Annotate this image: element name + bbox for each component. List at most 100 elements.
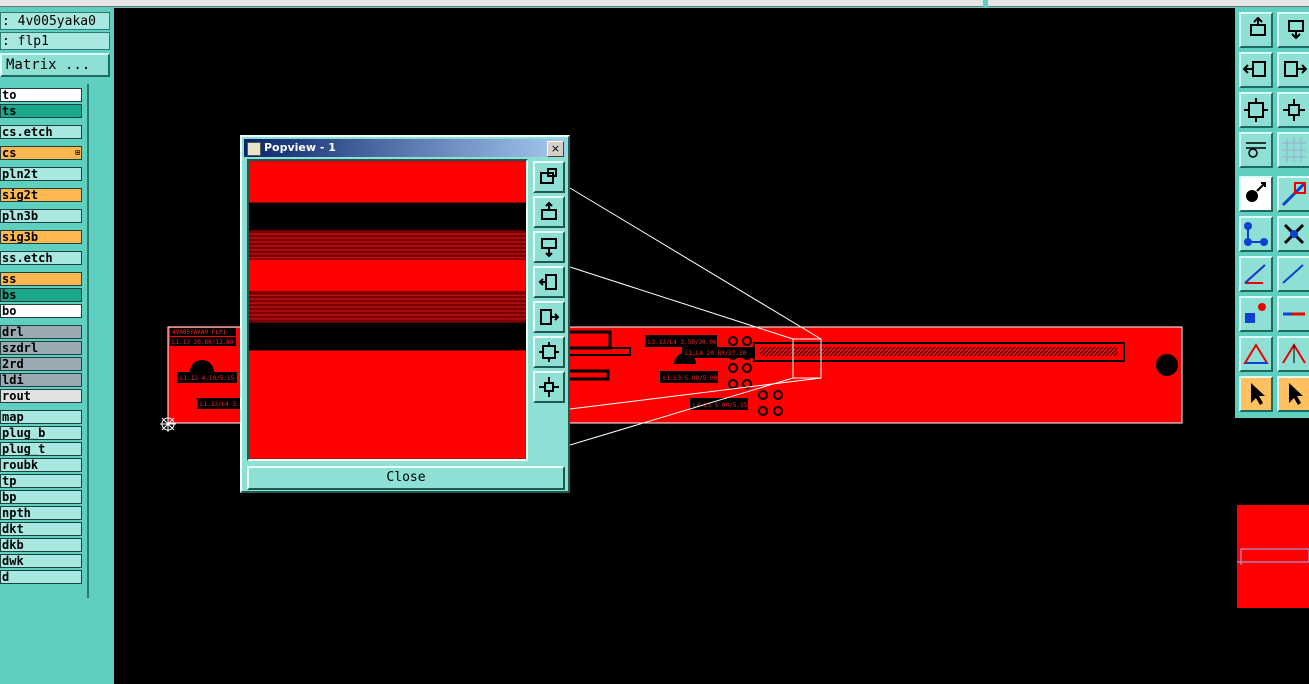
grid-icon (1282, 138, 1306, 162)
popview-move-left-button[interactable] (533, 266, 565, 298)
layer-item-cs-etch[interactable]: cs.etch (0, 125, 82, 139)
layer-item-dkt[interactable]: dkt (0, 522, 82, 536)
layer-item-ts[interactable]: ts (0, 104, 82, 118)
layer-item-roubk[interactable]: roubk (0, 458, 82, 472)
symbol-name-field: : flp1 (0, 32, 110, 50)
route-button[interactable] (1277, 176, 1309, 212)
delete-button[interactable] (1277, 216, 1309, 252)
layer-item-sig3b[interactable]: sig3b (0, 230, 82, 244)
select-pad-button[interactable] (1239, 176, 1273, 212)
layer-item-cs[interactable]: cs ⊞ (0, 146, 82, 160)
settings-button[interactable] (1239, 132, 1273, 168)
board-label-1: L1.13 20.80/12.80 (172, 339, 234, 346)
line-2-icon (1282, 264, 1304, 284)
zoom-fit-icon (540, 168, 557, 184)
layer-item-pln3b[interactable]: pln3b (0, 209, 82, 223)
layer-item-plug-t[interactable]: plug_t (0, 442, 82, 456)
layer-label: dwk (2, 554, 24, 568)
layer-label: ldi (2, 373, 24, 387)
move-right-button[interactable] (1277, 52, 1309, 88)
grid-button[interactable] (1277, 132, 1309, 168)
layer-label: sig3b (2, 230, 39, 244)
measure-2-icon (1282, 343, 1306, 364)
delete-icon (1283, 223, 1305, 245)
close-icon[interactable]: × (547, 141, 564, 157)
layer-item-to[interactable]: to (0, 88, 82, 102)
move-up-button[interactable] (1239, 12, 1273, 48)
move-right-icon (540, 309, 560, 325)
layer-item-map[interactable]: map (0, 410, 82, 424)
mounting-hole (1156, 354, 1178, 376)
layer-label: cs (2, 146, 17, 160)
zoom-extents-icon (539, 342, 559, 362)
layer-visibility-icon[interactable]: ⊞ (75, 149, 80, 157)
layer-item-ldi[interactable]: ldi (0, 373, 82, 387)
fit-button[interactable] (1239, 92, 1273, 128)
layer-item-dwk[interactable]: dwk (0, 554, 82, 568)
line-2-button[interactable] (1277, 256, 1309, 292)
layer-item-szdrl[interactable]: szdrl (0, 341, 82, 355)
popview-titlebar[interactable]: Popview - 1 × (244, 139, 566, 157)
route-icon (1281, 181, 1307, 207)
layer-item-d[interactable]: d (0, 570, 82, 584)
layer-label: bs (2, 288, 17, 302)
move-left-button[interactable] (1239, 52, 1273, 88)
layer-item-sig2t[interactable]: sig2t (0, 188, 82, 202)
layer-item-npth[interactable]: npth (0, 506, 82, 520)
popview-move-right-button[interactable] (533, 301, 565, 333)
move-down-button[interactable] (1277, 12, 1309, 48)
board-label-2: L1.12 4.10/5.15 (180, 375, 235, 382)
board-label-4: L3.13/L4 3.50/30.00 (648, 339, 717, 346)
layer-item-ss[interactable]: ss (0, 272, 82, 286)
pad-button[interactable] (1239, 296, 1273, 332)
layer-item-bo[interactable]: bo (0, 304, 82, 318)
layer-item-bs[interactable]: bs (0, 288, 82, 302)
status-bar-left (0, 0, 983, 7)
popview-center-button[interactable] (533, 371, 565, 403)
matrix-button[interactable]: Matrix ... (0, 53, 110, 77)
trace-button[interactable] (1277, 296, 1309, 332)
center-button[interactable] (1277, 92, 1309, 128)
connect-button[interactable] (1239, 216, 1273, 252)
measure-2-button[interactable] (1277, 336, 1309, 372)
popview-move-up-button[interactable] (533, 196, 565, 228)
layer-label: map (2, 410, 24, 424)
layer-label: to (2, 88, 17, 102)
line-button[interactable] (1239, 256, 1273, 292)
layer-list: to ts cs.etch cs ⊞ pln2t sig2t pln3b sig3b ss.etc… (0, 84, 89, 598)
layer-label: bp (2, 490, 17, 504)
popview-move-down-button[interactable] (533, 231, 565, 263)
overview-minimap[interactable] (1237, 420, 1309, 684)
layer-label: rout (2, 389, 31, 403)
layer-label: roubk (2, 458, 39, 472)
layer-item-plug-b[interactable]: plug_b (0, 426, 82, 440)
layer-item-2rd[interactable]: 2rd (0, 357, 82, 371)
layer-item-bp[interactable]: bp (0, 490, 82, 504)
move-left-icon (1243, 61, 1266, 77)
layer-item-drl[interactable]: drl (0, 325, 82, 339)
layer-item-rout[interactable]: rout (0, 389, 82, 403)
pointer-2-button[interactable] (1277, 376, 1309, 412)
layer-item-pln2t[interactable]: pln2t (0, 167, 82, 181)
popview-zoom-fit-button[interactable] (533, 161, 565, 193)
layer-label: plug_t (2, 442, 46, 456)
layer-item-tp[interactable]: tp (0, 474, 82, 488)
move-up-icon (1250, 17, 1266, 36)
status-bar-right (988, 0, 1309, 7)
design-name-field: : 4v005yaka0 (0, 12, 110, 30)
layer-label: d (2, 570, 10, 584)
pointer-button[interactable] (1239, 376, 1273, 412)
close-button[interactable]: Close (247, 466, 565, 490)
pointer-icon (1251, 383, 1265, 405)
pad-icon (1245, 303, 1266, 323)
layer-item-dkb[interactable]: dkb (0, 538, 82, 552)
layer-item-ss-etch[interactable]: ss.etch (0, 251, 82, 265)
layer-label: ss.etch (2, 251, 53, 265)
settings-icon (1246, 142, 1266, 158)
popview-zoom-extents-button[interactable] (533, 336, 565, 368)
measure-button[interactable] (1239, 336, 1273, 372)
layer-label: bo (2, 304, 17, 318)
popview-canvas[interactable] (247, 159, 528, 461)
top-menu-strip (0, 0, 1309, 8)
popview-window[interactable]: Popview - 1 × Close (240, 135, 570, 493)
